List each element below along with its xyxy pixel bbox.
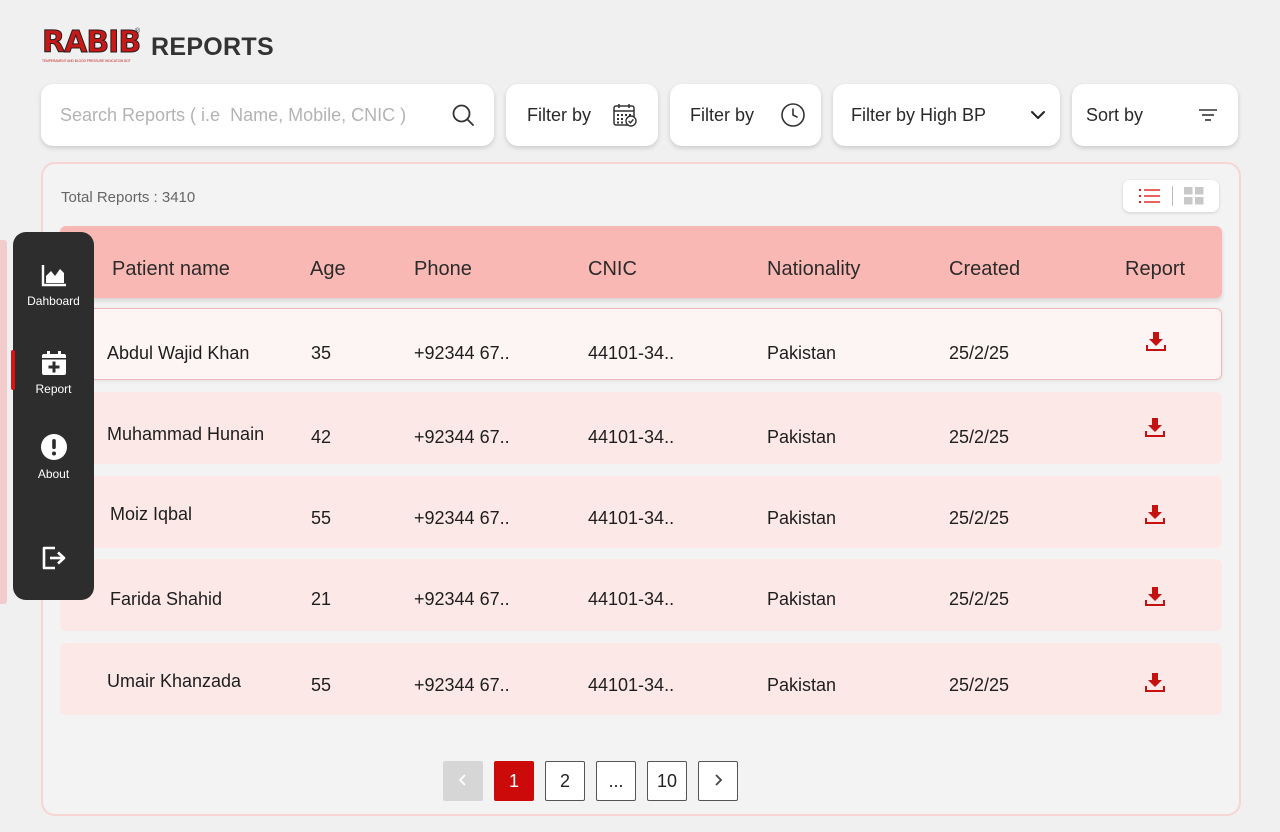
logout-icon xyxy=(41,545,67,571)
cnic-cell: 44101-34.. xyxy=(588,675,675,695)
filter-high-bp-dropdown[interactable]: Filter by High BP xyxy=(833,84,1060,146)
chart-icon xyxy=(41,264,67,288)
created-cell: 25/2/25 xyxy=(949,343,1010,363)
sidebar-item-label: About xyxy=(37,467,70,481)
chevron-down-icon xyxy=(1029,106,1047,124)
search-icon[interactable] xyxy=(451,103,475,127)
age-cell: 21 xyxy=(311,589,332,609)
sidebar-item-about[interactable]: About xyxy=(13,433,94,481)
sidebar-item-label: Dahboard xyxy=(27,294,80,308)
clock-icon xyxy=(780,102,806,128)
phone-cell: +92344 67.. xyxy=(414,675,510,695)
sort-label: Sort by xyxy=(1086,104,1144,125)
sidebar: Dahboard Report About xyxy=(13,232,94,600)
logo-tagline: TEMPERAMENT AND BLOOD PRESSURE INDICATIO… xyxy=(42,59,131,63)
search-bar[interactable] xyxy=(41,84,494,146)
grid-view-icon[interactable] xyxy=(1183,187,1204,205)
search-input[interactable] xyxy=(60,104,440,126)
phone-cell: +92344 67.. xyxy=(414,427,510,447)
filter-bp-label: Filter by High BP xyxy=(851,104,987,125)
created-cell: 25/2/25 xyxy=(949,589,1010,609)
created-cell: 25/2/25 xyxy=(949,427,1010,447)
column-header-cnic: CNIC xyxy=(588,258,637,280)
patient-name-cell: Muhammad Hunain xyxy=(107,424,265,444)
table-row[interactable]: Farida Shahid 21 +92344 67.. 44101-34.. … xyxy=(60,559,1222,631)
pagination-ellipsis: ... xyxy=(596,761,636,801)
pagination-next-button[interactable] xyxy=(698,761,738,801)
alert-circle-icon xyxy=(40,433,68,461)
logout-button[interactable] xyxy=(13,545,94,571)
sort-by-button[interactable]: Sort by xyxy=(1072,84,1238,146)
nationality-cell: Pakistan xyxy=(767,589,837,609)
column-header-phone: Phone xyxy=(414,258,472,280)
sidebar-edge-accent xyxy=(0,240,7,604)
nationality-cell: Pakistan xyxy=(767,675,837,695)
column-header-created: Created xyxy=(949,258,1021,280)
pagination-page-10[interactable]: 10 xyxy=(647,761,687,801)
phone-cell: +92344 67.. xyxy=(414,343,510,363)
chevron-right-icon xyxy=(712,771,724,792)
table-row[interactable]: Moiz Iqbal 55 +92344 67.. 44101-34.. Pak… xyxy=(60,476,1222,548)
download-icon[interactable] xyxy=(1144,672,1166,699)
nationality-cell: Pakistan xyxy=(767,508,837,528)
view-toggle xyxy=(1123,180,1219,212)
sidebar-item-label: Report xyxy=(35,382,72,396)
table-row[interactable]: Muhammad Hunain 42 +92344 67.. 44101-34.… xyxy=(60,392,1222,464)
created-cell: 25/2/25 xyxy=(949,675,1010,695)
patient-name-cell: Abdul Wajid Khan xyxy=(107,343,250,363)
filter-date-label: Filter by xyxy=(527,104,592,125)
cnic-cell: 44101-34.. xyxy=(588,508,675,528)
page-title: REPORTS xyxy=(151,33,274,61)
calendar-check-icon xyxy=(612,102,638,128)
pagination-prev-button[interactable] xyxy=(443,761,483,801)
age-cell: 55 xyxy=(311,675,332,695)
list-view-icon[interactable] xyxy=(1138,188,1161,204)
table-row[interactable]: Abdul Wajid Khan 35 +92344 67.. 44101-34… xyxy=(60,308,1222,380)
age-cell: 35 xyxy=(311,343,332,363)
patient-name-cell: Umair Khanzada xyxy=(107,671,242,691)
download-icon[interactable] xyxy=(1144,586,1166,613)
sidebar-item-dashboard[interactable]: Dahboard xyxy=(13,264,94,308)
phone-cell: +92344 67.. xyxy=(414,508,510,528)
column-header-patient-name: Patient name xyxy=(112,258,230,280)
age-cell: 55 xyxy=(311,508,332,528)
sidebar-active-indicator xyxy=(11,350,15,390)
table-header: Patient name Age Phone CNIC Nationality … xyxy=(60,226,1222,298)
cnic-cell: 44101-34.. xyxy=(588,427,675,447)
logo-text: RABIB xyxy=(42,25,142,60)
age-cell: 42 xyxy=(311,427,332,447)
patient-name-cell: Farida Shahid xyxy=(110,589,223,609)
created-cell: 25/2/25 xyxy=(949,508,1010,528)
patient-name-cell: Moiz Iqbal xyxy=(110,504,193,524)
app-logo: RABIB ® TEMPERAMENT AND BLOOD PRESSURE I… xyxy=(42,25,142,64)
sidebar-item-report[interactable]: Report xyxy=(13,350,94,396)
column-header-age: Age xyxy=(310,258,346,280)
sort-lines-icon xyxy=(1198,107,1218,123)
download-icon[interactable] xyxy=(1144,417,1166,444)
cnic-cell: 44101-34.. xyxy=(588,589,675,609)
filter-time-label: Filter by xyxy=(690,104,755,125)
view-toggle-divider xyxy=(1171,186,1173,206)
nationality-cell: Pakistan xyxy=(767,427,837,447)
filter-by-time-button[interactable]: Filter by xyxy=(670,84,821,146)
table-row[interactable]: Umair Khanzada 55 +92344 67.. 44101-34..… xyxy=(60,643,1222,715)
nationality-cell: Pakistan xyxy=(767,343,837,363)
download-icon[interactable] xyxy=(1145,331,1167,358)
total-reports-count: Total Reports : 3410 xyxy=(61,189,196,206)
chevron-left-icon xyxy=(457,771,469,792)
download-icon[interactable] xyxy=(1144,504,1166,531)
column-header-report: Report xyxy=(1125,258,1186,280)
filter-by-date-button[interactable]: Filter by xyxy=(506,84,658,146)
calendar-plus-icon xyxy=(41,350,67,376)
cnic-cell: 44101-34.. xyxy=(588,343,675,363)
column-header-nationality: Nationality xyxy=(767,258,861,280)
pagination-page-1[interactable]: 1 xyxy=(494,761,534,801)
registered-mark: ® xyxy=(134,28,140,35)
phone-cell: +92344 67.. xyxy=(414,589,510,609)
pagination-page-2[interactable]: 2 xyxy=(545,761,585,801)
